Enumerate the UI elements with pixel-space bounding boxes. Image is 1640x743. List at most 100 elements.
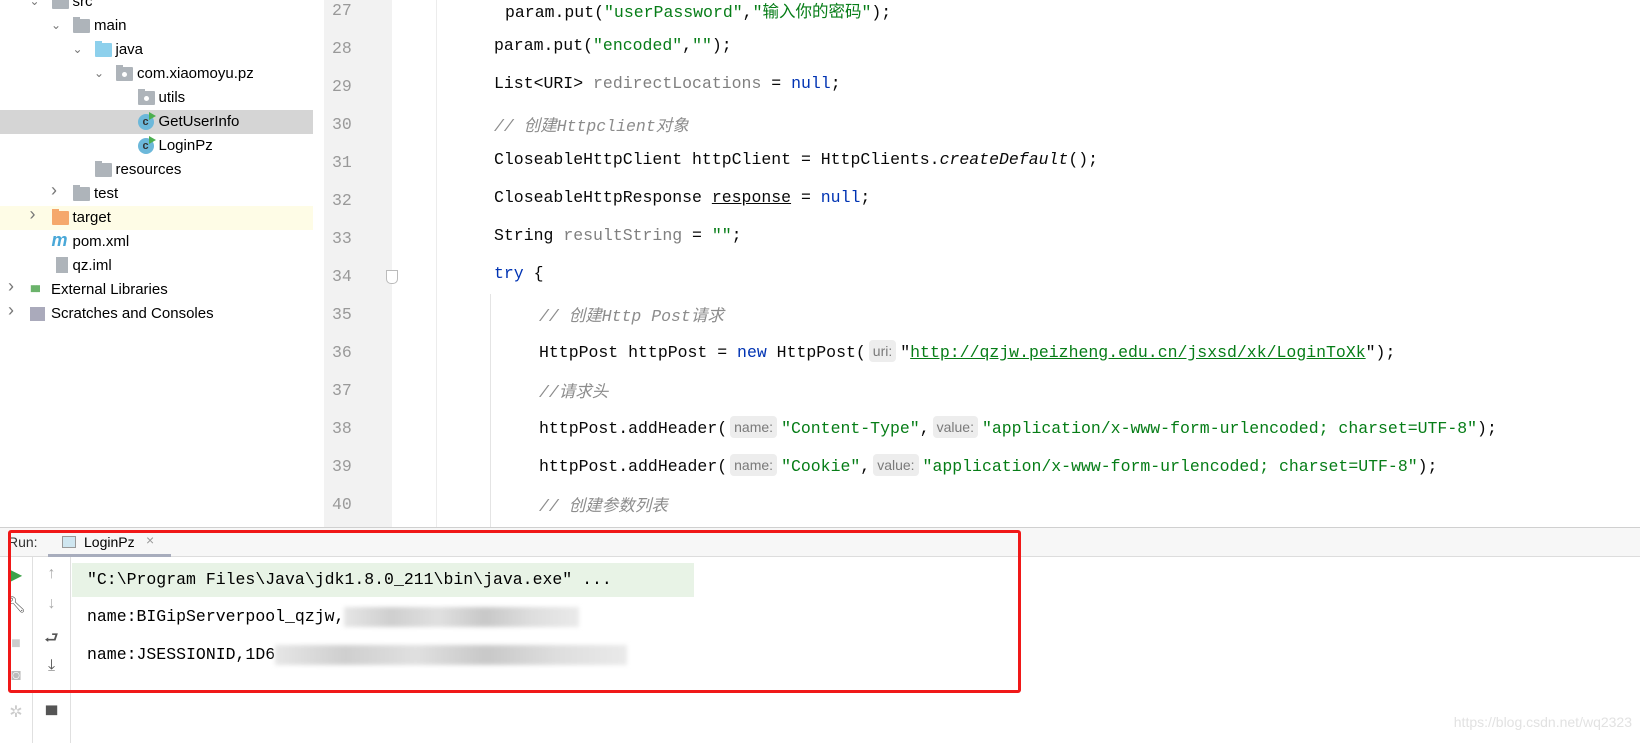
code-token: );: [1477, 419, 1497, 438]
line-number: 28: [332, 39, 352, 58]
close-icon[interactable]: ×: [146, 532, 154, 548]
chevron-right-icon[interactable]: ›: [30, 205, 40, 223]
code-token: =: [682, 226, 712, 245]
line-number: 37: [332, 381, 352, 400]
code-line[interactable]: String resultString = "";: [494, 226, 742, 245]
code-token: createDefault: [939, 150, 1069, 169]
tree-item[interactable]: ⌄ main: [0, 14, 313, 38]
fold-marker-icon[interactable]: [386, 270, 398, 284]
parameter-hint: name:: [730, 416, 778, 438]
chevron-down-icon[interactable]: ⌄: [73, 43, 83, 55]
code-line[interactable]: param.put("userPassword","输入你的密码");: [505, 0, 891, 22]
chevron-down-icon[interactable]: ⌄: [51, 19, 61, 31]
settings-icon[interactable]: ✲: [0, 702, 32, 722]
chevron-right-icon[interactable]: ›: [51, 181, 61, 199]
line-number: 27: [332, 1, 352, 20]
tree-item[interactable]: › target: [0, 205, 313, 230]
tree-item-label: External Libraries: [51, 281, 168, 298]
camera-icon[interactable]: ◙: [0, 667, 32, 685]
chevron-right-icon[interactable]: ›: [8, 277, 18, 295]
excluded-folder-icon: [51, 209, 69, 225]
line-number: 31: [332, 153, 352, 172]
code-line[interactable]: List<URI> redirectLocations = null;: [494, 74, 841, 93]
line-number: 29: [332, 77, 352, 96]
stop-icon[interactable]: ■: [0, 635, 32, 653]
java-class-icon: c: [137, 136, 156, 154]
code-token: //请求头: [539, 383, 609, 402]
console-output[interactable]: "C:\Program Files\Java\jdk1.8.0_211\bin\…: [72, 557, 1640, 743]
arrow-down-icon[interactable]: ↓: [33, 595, 70, 613]
code-token: String: [494, 226, 564, 245]
project-tree: ⌄ src ⌄ main ⌄ java ⌄ com.xiaomoyu.pz utils c GetU…: [0, 0, 313, 527]
folder-icon: [73, 17, 90, 33]
code-token: "Cookie": [781, 457, 861, 476]
code-token: // 创建参数列表: [539, 497, 668, 516]
code-token: );: [711, 36, 732, 55]
tree-item-label: src: [72, 0, 93, 10]
wrench-icon[interactable]: 🔧︎: [0, 595, 32, 615]
code-token: ;: [830, 74, 841, 93]
tree-item[interactable]: resources: [0, 158, 313, 182]
soft-wrap-icon[interactable]: ⮐: [33, 627, 70, 654]
tree-item[interactable]: ⌄ com.xiaomoyu.pz: [0, 62, 313, 86]
chevron-down-icon[interactable]: ⌄: [94, 67, 104, 79]
tree-item-label: utils: [158, 89, 186, 106]
console-line: name:JSESSIONID,1D6: [87, 638, 628, 672]
tree-item[interactable]: › ▮▮▮ External Libraries: [0, 277, 313, 302]
tree-item-label: main: [94, 17, 127, 34]
code-token: param.put(: [494, 36, 594, 55]
code-token: "encoded": [593, 36, 683, 55]
console-icon: [62, 536, 76, 548]
rerun-icon[interactable]: ▶: [0, 565, 32, 585]
scroll-to-end-icon[interactable]: ⤓: [33, 657, 70, 675]
console-toolbar: ↑ ↓ ⮐ ⤓ ▀: [33, 557, 71, 743]
code-line[interactable]: //请求头: [539, 378, 608, 402]
tree-item-label: Scratches and Consoles: [51, 305, 214, 322]
tab-loginpz[interactable]: LoginPz ×: [48, 528, 171, 557]
code-line[interactable]: // 创建Httpclient对象: [494, 112, 689, 136]
code-token: ,: [860, 457, 871, 476]
code-line[interactable]: httpPost.addHeader(name: "Cookie", value: "…: [539, 454, 1437, 476]
tree-item[interactable]: c GetUserInfo: [0, 110, 313, 134]
code-line[interactable]: param.put("encoded","");: [494, 36, 732, 55]
code-token: ");: [1365, 343, 1396, 362]
line-number: 40: [332, 495, 352, 514]
chevron-right-icon[interactable]: ›: [8, 301, 18, 319]
code-line[interactable]: httpPost.addHeader(name: "Content-Type", v…: [539, 416, 1497, 438]
code-line[interactable]: HttpPost httpPost = new HttpPost(uri: "ht…: [539, 340, 1395, 362]
code-token: HttpPost httpPost =: [539, 343, 738, 362]
line-number: 33: [332, 229, 352, 248]
tree-item-label: java: [115, 41, 144, 58]
libraries-icon: ▮▮▮: [30, 283, 41, 293]
redacted-value: [344, 606, 580, 627]
code-token: ,: [742, 3, 753, 22]
code-line[interactable]: CloseableHttpResponse response = null;: [494, 188, 870, 207]
resources-folder-icon: [94, 161, 112, 177]
tree-item[interactable]: › Scratches and Consoles: [0, 301, 313, 326]
tree-item[interactable]: › test: [0, 181, 313, 206]
line-number: 36: [332, 343, 352, 362]
code-token: ,: [682, 36, 693, 55]
tree-item-label: LoginPz: [158, 137, 213, 154]
java-class-icon: c: [137, 112, 156, 130]
code-editor[interactable]: 27 28 29 30 31 32 33 34 35 36 37 38 39 40 param.put("…: [313, 0, 1640, 527]
chevron-down-icon[interactable]: ⌄: [30, 0, 40, 7]
tab-label: LoginPz: [84, 534, 135, 550]
tree-item[interactable]: c LoginPz: [0, 134, 313, 158]
code-line[interactable]: // 创建Http Post请求: [539, 302, 724, 326]
code-line[interactable]: CloseableHttpClient httpClient = HttpCli…: [494, 150, 1098, 169]
tree-item[interactable]: ⌄ java: [0, 38, 313, 62]
tree-item[interactable]: ⌄ src: [0, 0, 313, 14]
code-token: null: [791, 74, 831, 93]
tree-item[interactable]: utils: [0, 86, 313, 110]
console-text: "C:\Program Files\Java\jdk1.8.0_211\bin\…: [87, 570, 612, 589]
code-line[interactable]: // 创建参数列表: [539, 492, 668, 516]
tree-item[interactable]: m pom.xml: [0, 230, 313, 254]
code-token: "application/x-www-form-urlencoded; char…: [981, 419, 1478, 438]
code-line[interactable]: try {: [494, 264, 544, 283]
code-token: resultString: [563, 226, 683, 245]
tree-item[interactable]: qz.iml: [0, 254, 313, 278]
print-icon[interactable]: ▀: [33, 707, 70, 725]
arrow-up-icon[interactable]: ↑: [33, 565, 70, 583]
code-token: {: [523, 264, 544, 283]
